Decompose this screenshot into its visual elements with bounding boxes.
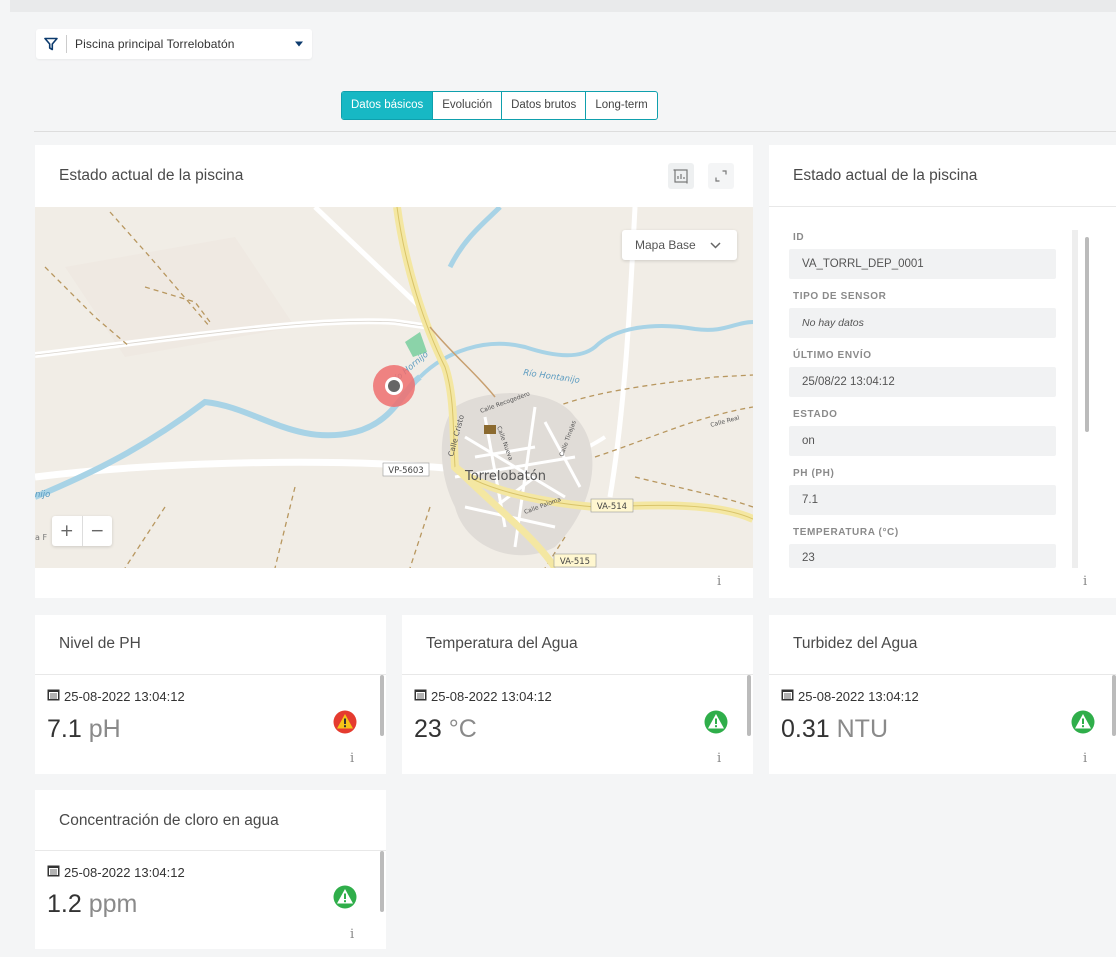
detail-scrollbar[interactable] xyxy=(1085,237,1089,432)
calendar-icon xyxy=(47,688,60,704)
road-label-vp5603: VP-5603 xyxy=(388,466,423,476)
field-label-sensor: TIPO DE SENSOR xyxy=(793,291,887,302)
metric-unit: NTU xyxy=(836,715,889,743)
info-icon[interactable]: i xyxy=(717,574,721,589)
metric-scrollbar[interactable] xyxy=(1112,675,1116,736)
field-value-estado: on xyxy=(789,426,1056,456)
metric-title: Turbidez del Agua xyxy=(793,635,918,652)
map-card-title: Estado actual de la piscina xyxy=(59,167,244,184)
road-label-va514: VA-514 xyxy=(597,502,627,512)
map-view[interactable]: VP-5603 VA-514 VA-515 Torrelobatón Río H… xyxy=(35,207,753,568)
ok-status-icon xyxy=(333,885,357,909)
metric-value: 1.2 ppm xyxy=(47,890,137,919)
metric-number: 7.1 xyxy=(47,715,82,743)
tab-long-term[interactable]: Long-term xyxy=(585,92,656,119)
field-label-temperatura: TEMPERATURA (°C) xyxy=(793,527,899,538)
metric-divider xyxy=(35,674,386,675)
metric-scrollbar[interactable] xyxy=(380,851,384,912)
chevron-down-icon[interactable] xyxy=(286,41,312,47)
info-icon[interactable]: i xyxy=(350,927,354,942)
metric-timestamp: 25-08-2022 13:04:12 xyxy=(414,688,552,704)
metric-timestamp-text: 25-08-2022 13:04:12 xyxy=(431,688,552,704)
info-icon[interactable]: i xyxy=(717,751,721,766)
info-icon[interactable]: i xyxy=(350,751,354,766)
metric-timestamp-text: 25-08-2022 13:04:12 xyxy=(64,688,185,704)
warning-icon xyxy=(333,710,357,734)
chart-export-icon[interactable] xyxy=(668,163,694,189)
map-base-label: Mapa Base xyxy=(635,238,696,252)
metric-divider xyxy=(35,850,386,851)
metric-scrollbar[interactable] xyxy=(380,675,384,736)
metric-value: 23 °C xyxy=(414,715,477,744)
metric-value: 0.31 NTU xyxy=(781,715,888,744)
metric-number: 23 xyxy=(414,715,442,743)
field-value-temperatura: 23 xyxy=(789,544,1056,568)
metric-title: Temperatura del Agua xyxy=(426,635,578,652)
metric-card-temperatura: Temperatura del Agua 25-08-2022 13:04:12… xyxy=(402,615,753,774)
town-label: Torrelobatón xyxy=(464,469,546,484)
top-strip xyxy=(10,0,1116,12)
field-value-ultimo-envio: 25/08/22 13:04:12 xyxy=(789,367,1056,397)
zoom-in-button[interactable]: + xyxy=(52,516,83,546)
metric-unit: °C xyxy=(448,715,477,743)
metric-unit: pH xyxy=(88,715,121,743)
metric-value: 7.1 pH xyxy=(47,715,121,744)
metric-number: 0.31 xyxy=(781,715,830,743)
metric-unit: ppm xyxy=(88,890,138,918)
road-label-va515: VA-515 xyxy=(560,557,590,567)
filter-separator xyxy=(66,35,67,53)
field-label-estado: ESTADO xyxy=(793,409,838,420)
metric-timestamp-text: 25-08-2022 13:04:12 xyxy=(798,688,919,704)
river-label-partial: nijo xyxy=(35,490,50,500)
ok-status-icon xyxy=(704,710,728,734)
calendar-icon xyxy=(47,864,60,880)
metric-timestamp: 25-08-2022 13:04:12 xyxy=(781,688,919,704)
calendar-icon xyxy=(414,688,427,704)
metric-timestamp: 25-08-2022 13:04:12 xyxy=(47,688,185,704)
calendar-icon xyxy=(781,688,794,704)
field-label-ph: PH (PH) xyxy=(793,468,835,479)
metric-card-turbidez: Turbidez del Agua 25-08-2022 13:04:12 0.… xyxy=(769,615,1116,774)
detail-card-divider xyxy=(769,206,1116,207)
zoom-controls: + − xyxy=(52,516,112,546)
ok-status-icon xyxy=(1071,710,1095,734)
expand-icon[interactable] xyxy=(708,163,734,189)
field-value-sensor: No hay datos xyxy=(789,308,1056,338)
chevron-down-icon xyxy=(710,238,721,252)
metric-divider xyxy=(769,674,1116,675)
filter-dropdown[interactable]: Piscina principal Torrelobatón xyxy=(36,29,312,59)
detail-scroll-track xyxy=(1072,230,1078,568)
field-value-id: VA_TORRL_DEP_0001 xyxy=(789,249,1056,279)
detail-card-title: Estado actual de la piscina xyxy=(793,167,978,184)
view-tabs: Datos básicos Evolución Datos brutos Lon… xyxy=(341,91,658,120)
info-icon[interactable]: i xyxy=(1083,574,1087,589)
map-card: Estado actual de la piscina VP-5603 VA-5… xyxy=(35,145,753,598)
metric-timestamp-text: 25-08-2022 13:04:12 xyxy=(64,864,185,880)
metric-title: Concentración de cloro en agua xyxy=(59,812,279,829)
detail-card: Estado actual de la piscina ID VA_TORRL_… xyxy=(769,145,1116,598)
tab-evolucion[interactable]: Evolución xyxy=(432,92,501,119)
metric-card-cloro: Concentración de cloro en agua 25-08-202… xyxy=(35,790,386,949)
field-label-id: ID xyxy=(793,232,805,243)
info-icon[interactable]: i xyxy=(1083,751,1087,766)
street-label-partial: a F xyxy=(35,533,47,542)
metric-number: 1.2 xyxy=(47,890,82,918)
field-value-ph: 7.1 xyxy=(789,485,1056,515)
zoom-out-button[interactable]: − xyxy=(83,516,113,546)
divider xyxy=(34,131,1116,132)
metric-timestamp: 25-08-2022 13:04:12 xyxy=(47,864,185,880)
filter-label: Piscina principal Torrelobatón xyxy=(75,37,235,51)
metric-divider xyxy=(402,674,753,675)
tab-datos-basicos[interactable]: Datos básicos xyxy=(342,92,433,119)
metric-card-ph: Nivel de PH 25-08-2022 13:04:12 7.1 pH i xyxy=(35,615,386,774)
tab-datos-brutos[interactable]: Datos brutos xyxy=(501,92,585,119)
metric-title: Nivel de PH xyxy=(59,635,141,652)
metric-scrollbar[interactable] xyxy=(747,675,751,736)
filter-icon xyxy=(36,29,66,59)
map-base-selector[interactable]: Mapa Base xyxy=(622,230,737,260)
field-label-ultimo-envio: ÚLTIMO ENVÍO xyxy=(793,350,872,361)
